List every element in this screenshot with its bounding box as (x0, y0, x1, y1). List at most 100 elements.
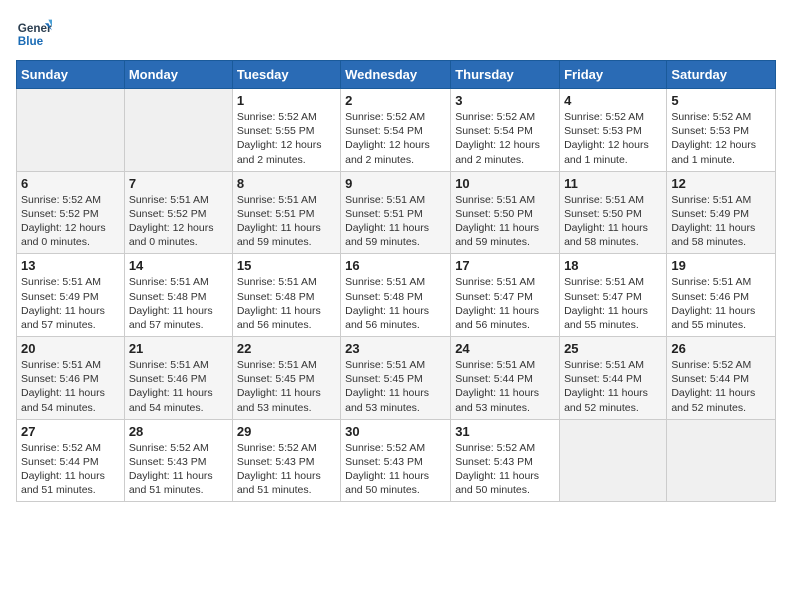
calendar-cell: 22 Sunrise: 5:51 AMSunset: 5:45 PMDayligh… (232, 337, 340, 420)
day-number: 9 (345, 176, 446, 191)
day-number: 5 (671, 93, 771, 108)
weekday-header-thursday: Thursday (451, 61, 560, 89)
calendar-cell: 30 Sunrise: 5:52 AMSunset: 5:43 PMDayligh… (341, 419, 451, 502)
calendar-cell: 7Sunrise: 5:51 AMSunset: 5:52 PMDaylight… (124, 171, 232, 254)
day-number: 10 (455, 176, 555, 191)
day-number: 26 (671, 341, 771, 356)
day-number: 12 (671, 176, 771, 191)
day-number: 16 (345, 258, 446, 273)
day-number: 1 (237, 93, 336, 108)
weekday-header-monday: Monday (124, 61, 232, 89)
calendar-cell: 31 Sunrise: 5:52 AMSunset: 5:43 PMDayligh… (451, 419, 560, 502)
calendar-cell: 10 Sunrise: 5:51 AMSunset: 5:50 PMDayligh… (451, 171, 560, 254)
day-number: 11 (564, 176, 662, 191)
day-info: Sunrise: 5:51 AMSunset: 5:46 PMDaylight:… (129, 358, 228, 415)
calendar-cell: 17 Sunrise: 5:51 AMSunset: 5:47 PMDayligh… (451, 254, 560, 337)
day-info: Sunrise: 5:52 AMSunset: 5:44 PMDaylight:… (21, 441, 120, 498)
calendar-cell: 29 Sunrise: 5:52 AMSunset: 5:43 PMDayligh… (232, 419, 340, 502)
day-info: Sunrise: 5:51 AMSunset: 5:48 PMDaylight:… (129, 275, 228, 332)
calendar-cell: 13 Sunrise: 5:51 AMSunset: 5:49 PMDayligh… (17, 254, 125, 337)
day-number: 14 (129, 258, 228, 273)
day-number: 17 (455, 258, 555, 273)
day-info: Sunrise: 5:52 AMSunset: 5:53 PMDaylight:… (564, 110, 662, 167)
calendar-cell: 19 Sunrise: 5:51 AMSunset: 5:46 PMDayligh… (667, 254, 776, 337)
calendar-cell: 5 Sunrise: 5:52 AMSunset: 5:53 PMDaylight… (667, 89, 776, 172)
calendar-cell: 11 Sunrise: 5:51 AMSunset: 5:50 PMDayligh… (560, 171, 667, 254)
logo-icon: General Blue (16, 16, 52, 52)
day-number: 8 (237, 176, 336, 191)
calendar-cell: 28 Sunrise: 5:52 AMSunset: 5:43 PMDayligh… (124, 419, 232, 502)
day-info: Sunrise: 5:52 AMSunset: 5:43 PMDaylight:… (345, 441, 446, 498)
day-number: 18 (564, 258, 662, 273)
calendar-cell: 27 Sunrise: 5:52 AMSunset: 5:44 PMDayligh… (17, 419, 125, 502)
calendar-cell: 21 Sunrise: 5:51 AMSunset: 5:46 PMDayligh… (124, 337, 232, 420)
weekday-header-tuesday: Tuesday (232, 61, 340, 89)
calendar-cell: 23 Sunrise: 5:51 AMSunset: 5:45 PMDayligh… (341, 337, 451, 420)
day-number: 24 (455, 341, 555, 356)
day-number: 20 (21, 341, 120, 356)
calendar-cell: 12 Sunrise: 5:51 AMSunset: 5:49 PMDayligh… (667, 171, 776, 254)
day-info: Sunrise: 5:51 AMSunset: 5:49 PMDaylight:… (671, 193, 771, 250)
calendar-cell: 2Sunrise: 5:52 AMSunset: 5:54 PMDaylight… (341, 89, 451, 172)
day-info: Sunrise: 5:52 AMSunset: 5:44 PMDaylight:… (671, 358, 771, 415)
day-number: 3 (455, 93, 555, 108)
day-number: 30 (345, 424, 446, 439)
day-number: 19 (671, 258, 771, 273)
day-info: Sunrise: 5:51 AMSunset: 5:48 PMDaylight:… (237, 275, 336, 332)
calendar-cell: 3Sunrise: 5:52 AMSunset: 5:54 PMDaylight… (451, 89, 560, 172)
day-info: Sunrise: 5:51 AMSunset: 5:44 PMDaylight:… (564, 358, 662, 415)
day-info: Sunrise: 5:52 AMSunset: 5:43 PMDaylight:… (129, 441, 228, 498)
day-info: Sunrise: 5:51 AMSunset: 5:50 PMDaylight:… (455, 193, 555, 250)
day-number: 31 (455, 424, 555, 439)
day-number: 15 (237, 258, 336, 273)
day-info: Sunrise: 5:52 AMSunset: 5:43 PMDaylight:… (237, 441, 336, 498)
calendar-table: SundayMondayTuesdayWednesdayThursdayFrid… (16, 60, 776, 502)
day-number: 29 (237, 424, 336, 439)
day-info: Sunrise: 5:51 AMSunset: 5:46 PMDaylight:… (671, 275, 771, 332)
svg-text:Blue: Blue (18, 35, 44, 48)
day-info: Sunrise: 5:52 AMSunset: 5:53 PMDaylight:… (671, 110, 771, 167)
day-info: Sunrise: 5:51 AMSunset: 5:51 PMDaylight:… (345, 193, 446, 250)
calendar-cell: 6 Sunrise: 5:52 AMSunset: 5:52 PMDaylight… (17, 171, 125, 254)
calendar-cell (17, 89, 125, 172)
calendar-cell: 1 Sunrise: 5:52 AMSunset: 5:55 PMDaylight… (232, 89, 340, 172)
calendar-cell (560, 419, 667, 502)
day-number: 7 (129, 176, 228, 191)
day-info: Sunrise: 5:52 AMSunset: 5:55 PMDaylight:… (237, 110, 336, 167)
day-number: 21 (129, 341, 228, 356)
calendar-cell: 14 Sunrise: 5:51 AMSunset: 5:48 PMDayligh… (124, 254, 232, 337)
calendar-cell: 4Sunrise: 5:52 AMSunset: 5:53 PMDaylight… (560, 89, 667, 172)
weekday-header-sunday: Sunday (17, 61, 125, 89)
calendar-cell (667, 419, 776, 502)
day-number: 27 (21, 424, 120, 439)
logo: General Blue (16, 16, 52, 52)
day-info: Sunrise: 5:51 AMSunset: 5:44 PMDaylight:… (455, 358, 555, 415)
header: General Blue (16, 16, 776, 52)
day-number: 13 (21, 258, 120, 273)
day-info: Sunrise: 5:51 AMSunset: 5:49 PMDaylight:… (21, 275, 120, 332)
calendar-cell (124, 89, 232, 172)
calendar-cell: 16 Sunrise: 5:51 AMSunset: 5:48 PMDayligh… (341, 254, 451, 337)
day-info: Sunrise: 5:51 AMSunset: 5:45 PMDaylight:… (237, 358, 336, 415)
weekday-header-saturday: Saturday (667, 61, 776, 89)
weekday-header-friday: Friday (560, 61, 667, 89)
day-info: Sunrise: 5:51 AMSunset: 5:46 PMDaylight:… (21, 358, 120, 415)
day-number: 28 (129, 424, 228, 439)
day-info: Sunrise: 5:52 AMSunset: 5:52 PMDaylight:… (21, 193, 120, 250)
day-number: 2 (345, 93, 446, 108)
calendar-cell: 15 Sunrise: 5:51 AMSunset: 5:48 PMDayligh… (232, 254, 340, 337)
day-info: Sunrise: 5:51 AMSunset: 5:47 PMDaylight:… (455, 275, 555, 332)
day-info: Sunrise: 5:51 AMSunset: 5:45 PMDaylight:… (345, 358, 446, 415)
day-number: 23 (345, 341, 446, 356)
calendar-cell: 25 Sunrise: 5:51 AMSunset: 5:44 PMDayligh… (560, 337, 667, 420)
day-info: Sunrise: 5:52 AMSunset: 5:43 PMDaylight:… (455, 441, 555, 498)
day-info: Sunrise: 5:51 AMSunset: 5:47 PMDaylight:… (564, 275, 662, 332)
day-number: 25 (564, 341, 662, 356)
day-number: 22 (237, 341, 336, 356)
calendar-cell: 9 Sunrise: 5:51 AMSunset: 5:51 PMDaylight… (341, 171, 451, 254)
day-info: Sunrise: 5:51 AMSunset: 5:48 PMDaylight:… (345, 275, 446, 332)
calendar-cell: 20 Sunrise: 5:51 AMSunset: 5:46 PMDayligh… (17, 337, 125, 420)
day-number: 6 (21, 176, 120, 191)
day-info: Sunrise: 5:51 AMSunset: 5:50 PMDaylight:… (564, 193, 662, 250)
day-info: Sunrise: 5:51 AMSunset: 5:51 PMDaylight:… (237, 193, 336, 250)
